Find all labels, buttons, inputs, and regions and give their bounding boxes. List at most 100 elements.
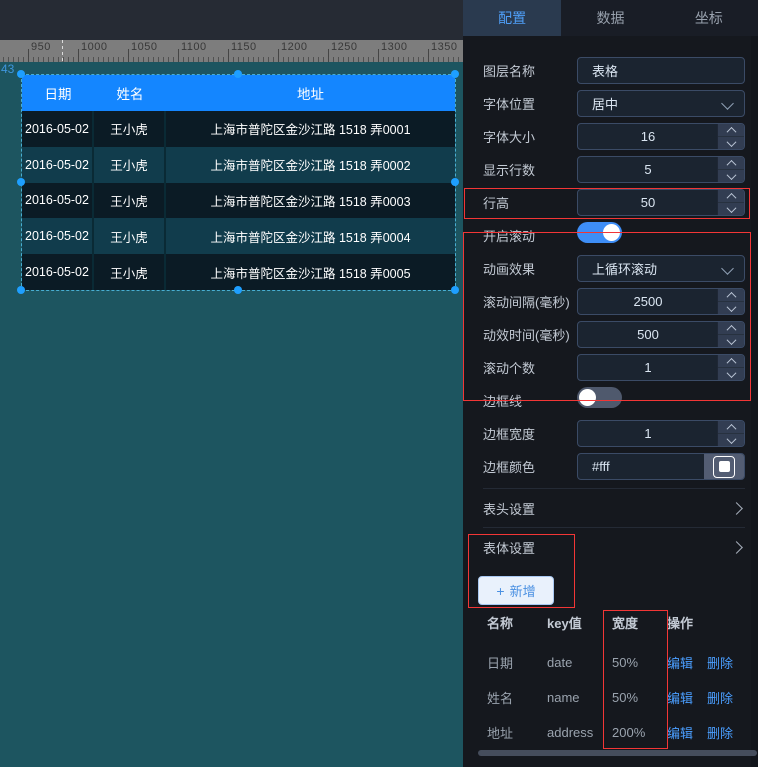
design-canvas[interactable]: 43 日期姓名地址 2016-05-02王小虎上海市普陀区金沙江路 1518 弄… (0, 62, 463, 767)
columns-table: 名称key值宽度操作日期date50%编辑删除姓名name50%编辑删除地址ad… (463, 610, 758, 750)
table-widget[interactable]: 日期姓名地址 2016-05-02王小虎上海市普陀区金沙江路 1518 弄000… (21, 74, 456, 291)
stepper-up-button[interactable] (718, 124, 744, 137)
selection-handle[interactable] (451, 70, 459, 78)
stepper-up-button[interactable] (718, 322, 744, 335)
stepper-up-button[interactable] (718, 190, 744, 203)
animation-effect-value: 上循环滚动 (578, 259, 657, 278)
stepper-up-button[interactable] (718, 157, 744, 170)
font-size-input[interactable]: 16 (577, 123, 745, 150)
columns-table-row: 姓名name50%编辑删除 (463, 680, 758, 715)
stepper-down-button[interactable] (718, 302, 744, 314)
canvas-topbar (0, 0, 463, 40)
border-color-value: #fff (578, 459, 610, 474)
field-row-row-height: 行高50 (483, 189, 745, 216)
tab-coordinate[interactable]: 坐标 (660, 0, 758, 36)
add-column-button[interactable]: +新增 (478, 576, 554, 605)
scroll-interval-label: 滚动间隔(毫秒) (483, 292, 577, 311)
layer-name-label: 图层名称 (483, 61, 577, 80)
scroll-interval-input[interactable]: 2500 (577, 288, 745, 315)
scroll-count-input[interactable]: 1 (577, 354, 745, 381)
ruler-guide-line (62, 40, 63, 62)
section-label: 表头设置 (483, 499, 732, 518)
selection-handle[interactable] (17, 286, 25, 294)
border-line-toggle[interactable] (577, 387, 622, 408)
section-header-settings[interactable]: 表头设置 (483, 488, 745, 528)
border-color-input[interactable]: #fff (577, 453, 745, 480)
widget-table-row: 2016-05-02王小虎上海市普陀区金沙江路 1518 弄0004 (22, 218, 455, 254)
color-swatch-button[interactable] (704, 454, 744, 479)
field-row-scroll-interval: 滚动间隔(毫秒)2500 (483, 288, 745, 315)
selection-handle[interactable] (17, 70, 25, 78)
stepper-down-button[interactable] (718, 137, 744, 149)
edit-link[interactable]: 编辑 (667, 653, 707, 672)
horizontal-ruler: 95010001050110011501200125013001350 (0, 40, 463, 62)
ruler-tick-label: 1150 (231, 41, 257, 53)
field-row-enable-scroll: 开启滚动 (483, 222, 745, 249)
layer-name-input[interactable]: 表格 (577, 57, 745, 84)
column-width-cell: 50% (612, 655, 667, 670)
field-row-scroll-count: 滚动个数1 (483, 354, 745, 381)
widget-table-cell: 上海市普陀区金沙江路 1518 弄0001 (166, 111, 455, 147)
chevron-right-icon (730, 541, 743, 554)
app: 95010001050110011501200125013001350 43 日… (0, 0, 758, 767)
horizontal-scrollbar[interactable] (478, 750, 757, 756)
selection-handle[interactable] (451, 286, 459, 294)
selection-handle[interactable] (234, 286, 242, 294)
delete-link[interactable]: 删除 (707, 653, 733, 672)
delete-link[interactable]: 删除 (707, 688, 733, 707)
widget-header-cell: 地址 (166, 75, 455, 111)
tab-data[interactable]: 数据 (561, 0, 659, 36)
ruler-tick-label: 1300 (381, 41, 407, 53)
chevron-down-icon (726, 170, 736, 180)
stepper-down-button[interactable] (718, 203, 744, 215)
display-rows-stepper (717, 157, 744, 182)
widget-table-row: 2016-05-02王小虎上海市普陀区金沙江路 1518 弄0002 (22, 147, 455, 183)
animation-effect-select[interactable]: 上循环滚动 (577, 255, 745, 282)
widget-header-cell: 姓名 (94, 75, 166, 111)
stepper-down-button[interactable] (718, 434, 744, 446)
ruler-tick-label: 1050 (131, 41, 157, 53)
stepper-down-button[interactable] (718, 335, 744, 347)
font-position-select[interactable]: 居中 (577, 90, 745, 117)
stepper-up-button[interactable] (718, 289, 744, 302)
chevron-down-icon (726, 137, 736, 147)
chevron-up-icon (726, 291, 736, 301)
scroll-count-stepper (717, 355, 744, 380)
selection-handle[interactable] (234, 70, 242, 78)
stepper-up-button[interactable] (718, 421, 744, 434)
widget-table-cell: 王小虎 (94, 111, 166, 147)
field-row-animation-duration: 动效时间(毫秒)500 (483, 321, 745, 348)
animation-duration-input[interactable]: 500 (577, 321, 745, 348)
border-width-label: 边框宽度 (483, 424, 577, 443)
stepper-down-button[interactable] (718, 368, 744, 380)
ruler-major-tick (78, 49, 79, 62)
widget-table-body: 2016-05-02王小虎上海市普陀区金沙江路 1518 弄00012016-0… (22, 111, 455, 290)
stepper-up-button[interactable] (718, 355, 744, 368)
border-width-input[interactable]: 1 (577, 420, 745, 447)
add-button-label: 新增 (510, 581, 536, 600)
column-key-cell: name (547, 690, 612, 705)
widget-table-cell: 王小虎 (94, 254, 166, 290)
section-body-settings[interactable]: 表体设置 (483, 528, 745, 566)
chevron-down-icon (721, 262, 734, 275)
chevron-right-icon (730, 502, 743, 515)
ruler-major-tick (178, 49, 179, 62)
widget-table-cell: 上海市普陀区金沙江路 1518 弄0002 (166, 147, 455, 183)
widget-table-cell: 2016-05-02 (22, 218, 94, 254)
tab-config[interactable]: 配置 (463, 0, 561, 36)
selection-handle[interactable] (17, 178, 25, 186)
scroll-count-label: 滚动个数 (483, 358, 577, 377)
row-height-input[interactable]: 50 (577, 189, 745, 216)
edit-link[interactable]: 编辑 (667, 723, 707, 742)
widget-table-cell: 上海市普陀区金沙江路 1518 弄0003 (166, 183, 455, 219)
enable-scroll-toggle[interactable] (577, 222, 622, 243)
chevron-down-icon (726, 302, 736, 312)
selection-handle[interactable] (451, 178, 459, 186)
display-rows-input[interactable]: 5 (577, 156, 745, 183)
columns-header-cell: key值 (547, 613, 612, 632)
edit-link[interactable]: 编辑 (667, 688, 707, 707)
widget-table-row: 2016-05-02王小虎上海市普陀区金沙江路 1518 弄0005 (22, 254, 455, 290)
widget-table-cell: 王小虎 (94, 183, 166, 219)
delete-link[interactable]: 删除 (707, 723, 733, 742)
stepper-down-button[interactable] (718, 170, 744, 182)
